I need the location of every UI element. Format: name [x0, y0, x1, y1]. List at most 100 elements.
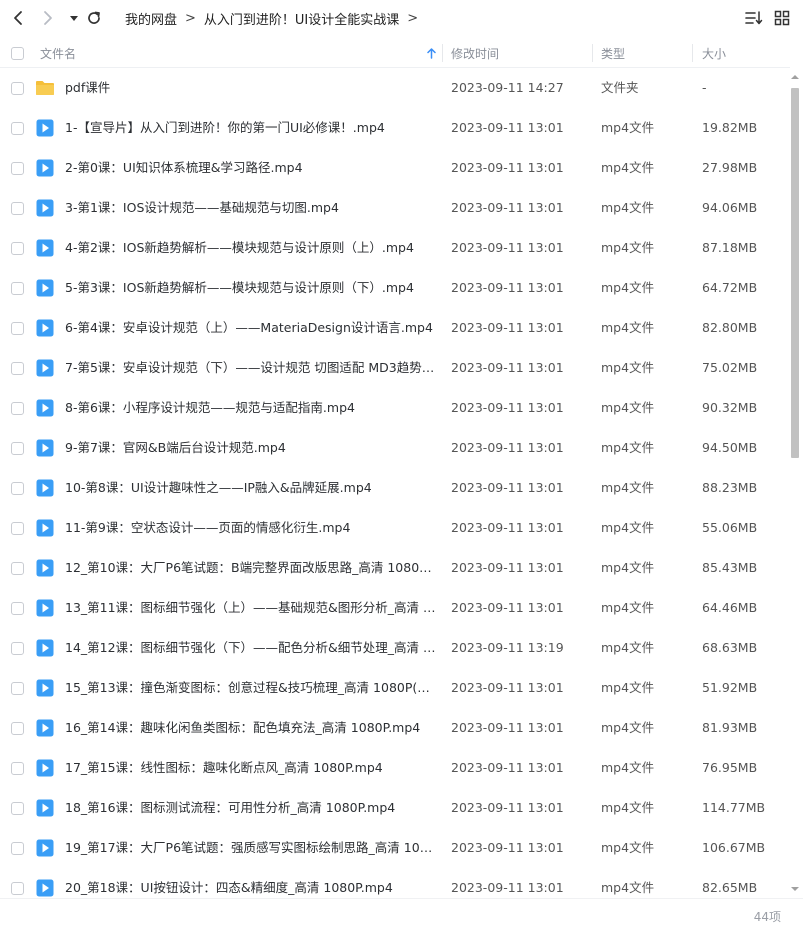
checkbox-box — [11, 122, 24, 135]
file-row[interactable]: 12_第10课：大厂P6笔试题：B端完整界面改版思路_高清 1080P.mp4 2… — [0, 548, 790, 588]
row-checkbox[interactable] — [11, 402, 24, 415]
file-modified-time: 2023-09-11 13:01 — [451, 120, 564, 135]
scroll-down-arrow-icon[interactable] — [790, 884, 800, 894]
back-button[interactable] — [6, 6, 30, 30]
file-type: mp4文件 — [601, 120, 655, 135]
file-row[interactable]: 7-第5课：安卓设计规范（下）——设计规范 切图适配 MD3趋势.m... 202… — [0, 348, 790, 388]
file-size: 82.80MB — [702, 320, 758, 335]
forward-button[interactable] — [36, 6, 60, 30]
file-name[interactable]: 3-第1课：IOS设计规范——基础规范与切图.mp4 — [65, 188, 437, 228]
row-checkbox[interactable] — [11, 282, 24, 295]
file-name[interactable]: 10-第8课：UI设计趣味性之——IP融入&品牌延展.mp4 — [65, 468, 437, 508]
file-row[interactable]: 18_第16课：图标测试流程：可用性分析_高清 1080P.mp4 2023-09… — [0, 788, 790, 828]
file-name[interactable]: 12_第10课：大厂P6笔试题：B端完整界面改版思路_高清 1080P.mp4 — [65, 548, 437, 588]
file-name[interactable]: 8-第6课：小程序设计规范——规范与适配指南.mp4 — [65, 388, 437, 428]
file-name[interactable]: 18_第16课：图标测试流程：可用性分析_高清 1080P.mp4 — [65, 788, 437, 828]
row-checkbox[interactable] — [11, 882, 24, 895]
row-checkbox[interactable] — [11, 162, 24, 175]
file-name[interactable]: 1-【宣导片】从入门到进阶！你的第一门UI必修课！.mp4 — [65, 108, 437, 148]
checkbox-box — [11, 602, 24, 615]
row-checkbox[interactable] — [11, 482, 24, 495]
row-checkbox[interactable] — [11, 122, 24, 135]
file-row[interactable]: 13_第11课：图标细节强化（上）——基础规范&图形分析_高清 10... 202… — [0, 588, 790, 628]
file-size: 64.46MB — [702, 600, 758, 615]
checkbox-box — [11, 322, 24, 335]
file-name[interactable]: 13_第11课：图标细节强化（上）——基础规范&图形分析_高清 10... — [65, 588, 437, 628]
file-row[interactable]: 5-第3课：IOS新趋势解析——模块规范与设计原则（下）.mp4 2023-09-… — [0, 268, 790, 308]
checkbox-box — [11, 82, 24, 95]
row-checkbox[interactable] — [11, 242, 24, 255]
row-checkbox[interactable] — [11, 722, 24, 735]
refresh-button[interactable] — [82, 6, 106, 30]
file-row[interactable]: 15_第13课：撞色渐变图标：创意过程&技巧梳理_高清 1080P(1).m..… — [0, 668, 790, 708]
row-checkbox[interactable] — [11, 322, 24, 335]
file-row[interactable]: 19_第17课：大厂P6笔试题：强质感写实图标绘制思路_高清 1080P....… — [0, 828, 790, 868]
row-checkbox[interactable] — [11, 562, 24, 575]
file-name[interactable]: 6-第4课：安卓设计规范（上）——MateriaDesign设计语言.mp4 — [65, 308, 437, 348]
column-header-size[interactable]: 大小 — [702, 38, 726, 68]
row-checkbox[interactable] — [11, 442, 24, 455]
file-row[interactable]: 3-第1课：IOS设计规范——基础规范与切图.mp4 2023-09-11 13:… — [0, 188, 790, 228]
file-name[interactable]: 5-第3课：IOS新趋势解析——模块规范与设计原则（下）.mp4 — [65, 268, 437, 308]
row-checkbox[interactable] — [11, 362, 24, 375]
file-name[interactable]: pdf课件 — [65, 68, 437, 108]
row-checkbox[interactable] — [11, 522, 24, 535]
file-name[interactable]: 17_第15课：线性图标：趣味化断点风_高清 1080P.mp4 — [65, 748, 437, 788]
row-checkbox[interactable] — [11, 82, 24, 95]
file-row[interactable]: 6-第4课：安卓设计规范（上）——MateriaDesign设计语言.mp4 20… — [0, 308, 790, 348]
grid-view-button[interactable] — [772, 8, 792, 28]
file-name[interactable]: 11-第9课：空状态设计——页面的情感化衍生.mp4 — [65, 508, 437, 548]
row-checkbox[interactable] — [11, 602, 24, 615]
file-type: mp4文件 — [601, 560, 655, 575]
row-checkbox[interactable] — [11, 842, 24, 855]
file-size: 94.06MB — [702, 200, 758, 215]
column-header-name[interactable]: 文件名 — [40, 38, 76, 68]
file-name[interactable]: 7-第5课：安卓设计规范（下）——设计规范 切图适配 MD3趋势.m... — [65, 348, 437, 388]
file-type: mp4文件 — [601, 360, 655, 375]
file-row[interactable]: 9-第7课：官网&B端后台设计规范.mp4 2023-09-11 13:01 mp4… — [0, 428, 790, 468]
file-name[interactable]: 15_第13课：撞色渐变图标：创意过程&技巧梳理_高清 1080P(1).m..… — [65, 668, 437, 708]
column-divider[interactable] — [592, 44, 593, 62]
file-type: mp4文件 — [601, 760, 655, 775]
file-row[interactable]: 16_第14课：趣味化闲鱼类图标：配色填充法_高清 1080P.mp4 2023-… — [0, 708, 790, 748]
file-name[interactable]: 16_第14课：趣味化闲鱼类图标：配色填充法_高清 1080P.mp4 — [65, 708, 437, 748]
scrollbar-thumb[interactable] — [791, 88, 799, 458]
checkbox-box — [11, 842, 24, 855]
file-row[interactable]: 17_第15课：线性图标：趣味化断点风_高清 1080P.mp4 2023-09-… — [0, 748, 790, 788]
file-row[interactable]: 11-第9课：空状态设计——页面的情感化衍生.mp4 2023-09-11 13:… — [0, 508, 790, 548]
file-type: mp4文件 — [601, 440, 655, 455]
row-checkbox[interactable] — [11, 202, 24, 215]
column-header-type[interactable]: 类型 — [601, 38, 625, 68]
select-all-checkbox[interactable] — [11, 38, 24, 68]
grid-view-icon — [774, 10, 790, 26]
row-checkbox[interactable] — [11, 642, 24, 655]
row-checkbox[interactable] — [11, 802, 24, 815]
file-row[interactable]: pdf课件 2023-09-11 14:27 文件夹 - — [0, 68, 790, 108]
video-file-icon — [35, 838, 55, 858]
file-name[interactable]: 4-第2课：IOS新趋势解析——模块规范与设计原则（上）.mp4 — [65, 228, 437, 268]
file-modified-time: 2023-09-11 13:01 — [451, 280, 564, 295]
column-divider[interactable] — [692, 44, 693, 62]
sort-ascending-icon[interactable] — [427, 38, 436, 68]
file-name[interactable]: 9-第7课：官网&B端后台设计规范.mp4 — [65, 428, 437, 468]
file-name[interactable]: 14_第12课：图标细节强化（下）——配色分析&细节处理_高清 10... — [65, 628, 437, 668]
file-name[interactable]: 19_第17课：大厂P6笔试题：强质感写实图标绘制思路_高清 1080P.... — [65, 828, 437, 868]
breadcrumb-item-current-folder[interactable]: 从入门到进阶！UI设计全能实战课 — [204, 9, 399, 28]
column-header-modified[interactable]: 修改时间 — [451, 38, 499, 68]
column-divider[interactable] — [442, 44, 443, 62]
sort-menu-button[interactable] — [744, 8, 764, 28]
checkbox-box — [11, 442, 24, 455]
file-row[interactable]: 1-【宣导片】从入门到进阶！你的第一门UI必修课！.mp4 2023-09-11 … — [0, 108, 790, 148]
file-row[interactable]: 2-第0课：UI知识体系梳理&学习路径.mp4 2023-09-11 13:01 m… — [0, 148, 790, 188]
row-checkbox[interactable] — [11, 682, 24, 695]
file-row[interactable]: 8-第6课：小程序设计规范——规范与适配指南.mp4 2023-09-11 13:… — [0, 388, 790, 428]
breadcrumb-item-my-drive[interactable]: 我的网盘 — [125, 9, 177, 28]
file-row[interactable]: 10-第8课：UI设计趣味性之——IP融入&品牌延展.mp4 2023-09-11… — [0, 468, 790, 508]
file-name[interactable]: 2-第0课：UI知识体系梳理&学习路径.mp4 — [65, 148, 437, 188]
scroll-up-arrow-icon[interactable] — [790, 72, 800, 82]
file-row[interactable]: 4-第2课：IOS新趋势解析——模块规范与设计原则（上）.mp4 2023-09-… — [0, 228, 790, 268]
file-size: 88.23MB — [702, 480, 758, 495]
file-list: pdf课件 2023-09-11 14:27 文件夹 - 1-【宣导片】从入门到进阶！你… — [0, 68, 790, 908]
row-checkbox[interactable] — [11, 762, 24, 775]
file-row[interactable]: 14_第12课：图标细节强化（下）——配色分析&细节处理_高清 10... 202… — [0, 628, 790, 668]
